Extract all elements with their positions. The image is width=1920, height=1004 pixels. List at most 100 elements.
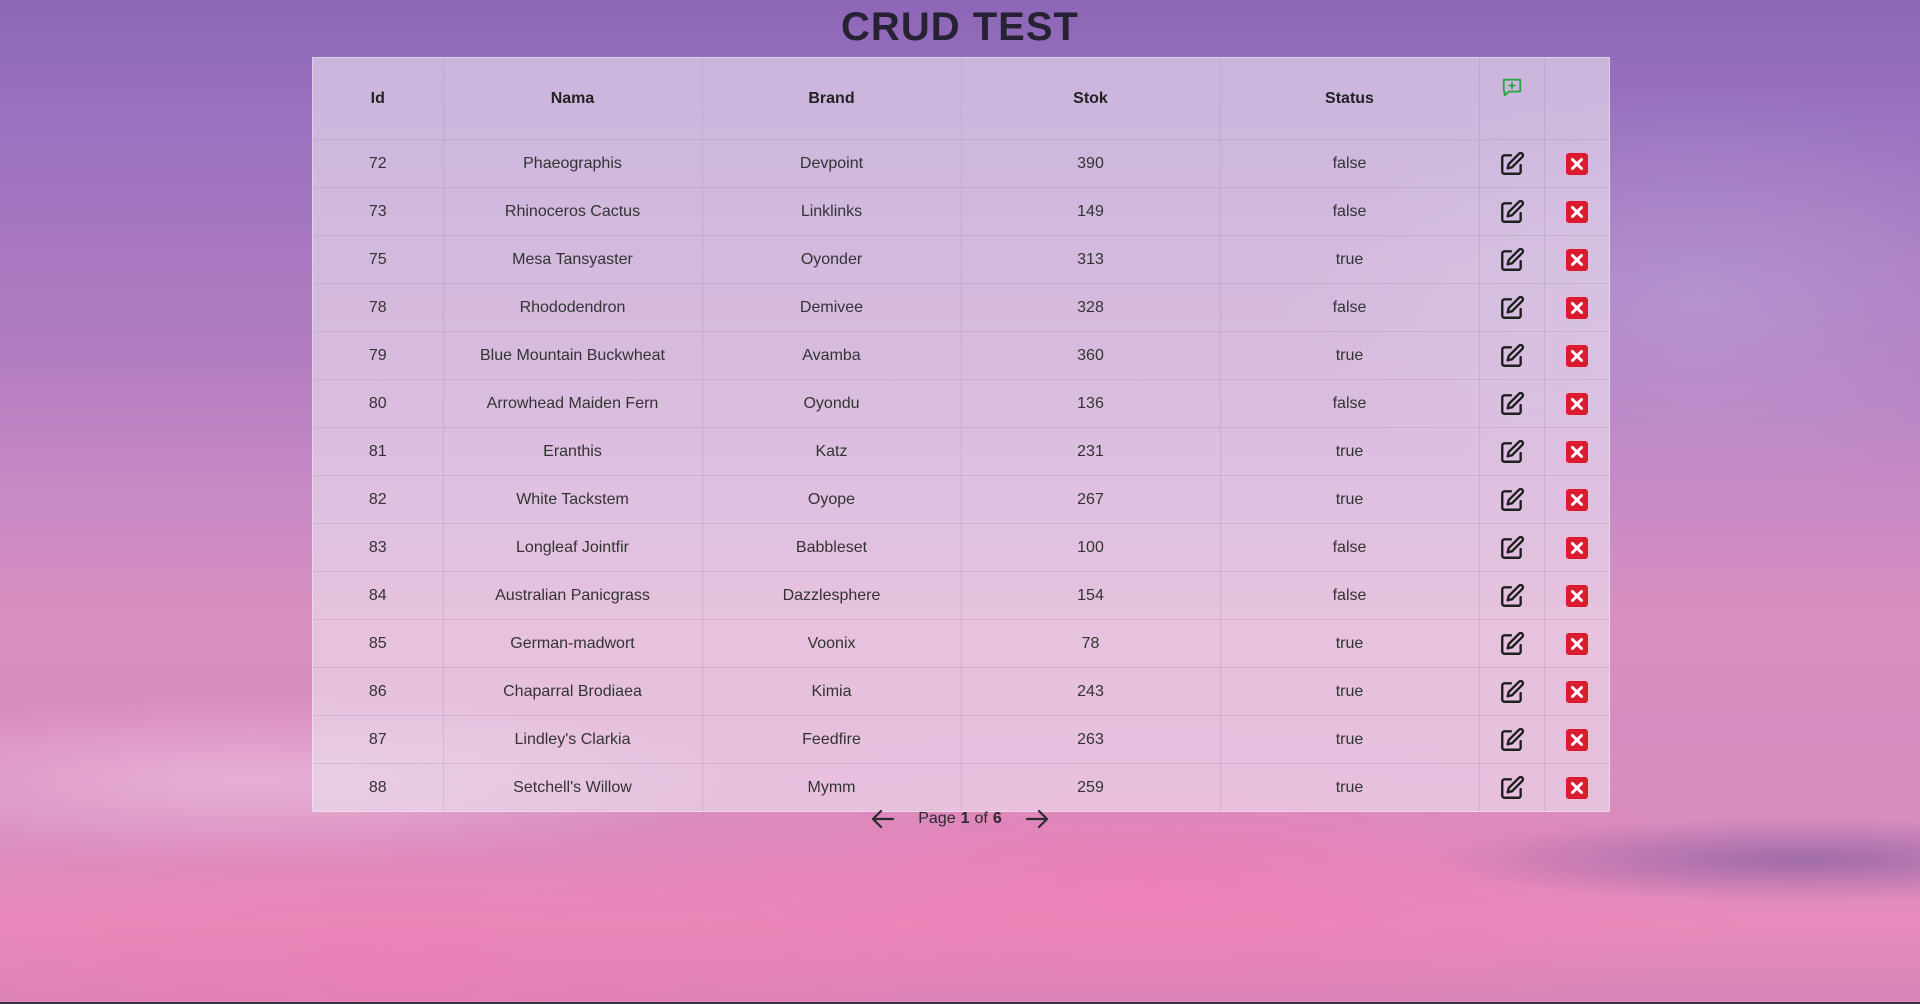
- edit-button[interactable]: [1499, 343, 1525, 369]
- delete-button[interactable]: [1565, 632, 1589, 656]
- delete-button[interactable]: [1565, 344, 1589, 368]
- table-row: 73 Rhinoceros Cactus Linklinks 149 false: [313, 187, 1609, 236]
- cell-id: 79: [313, 331, 444, 380]
- cell-id: 75: [313, 235, 444, 284]
- cell-stok: 78: [961, 619, 1221, 668]
- total-pages: 6: [992, 810, 1002, 827]
- page-title: CRUD TEST: [841, 5, 1079, 49]
- edit-icon: [1500, 583, 1524, 607]
- cell-id: 73: [313, 187, 444, 236]
- cell-nama: Chaparral Brodiaea: [443, 667, 703, 716]
- edit-button[interactable]: [1499, 679, 1525, 705]
- cell-stok: 360: [961, 331, 1221, 380]
- cell-id: 78: [313, 283, 444, 332]
- close-square-icon: [1565, 536, 1588, 559]
- cell-status: false: [1220, 283, 1480, 332]
- edit-icon: [1500, 151, 1524, 175]
- close-square-icon: [1565, 392, 1588, 415]
- delete-button[interactable]: [1565, 728, 1589, 752]
- cell-nama: Eranthis: [443, 427, 703, 476]
- cell-brand: Avamba: [702, 331, 962, 380]
- cell-brand: Katz: [702, 427, 962, 476]
- data-table: Id Nama Brand Stok Status 72 Phaeographis…: [313, 58, 1609, 811]
- edit-button[interactable]: [1499, 631, 1525, 657]
- close-square-icon: [1565, 200, 1588, 223]
- edit-button[interactable]: [1499, 727, 1525, 753]
- delete-button[interactable]: [1565, 152, 1589, 176]
- cell-nama: Mesa Tansyaster: [443, 235, 703, 284]
- delete-cell: [1544, 187, 1609, 236]
- cell-id: 81: [313, 427, 444, 476]
- edit-button[interactable]: [1499, 583, 1525, 609]
- delete-cell: [1544, 667, 1609, 716]
- edit-icon: [1500, 487, 1524, 511]
- close-square-icon: [1565, 344, 1588, 367]
- edit-icon: [1500, 199, 1524, 223]
- edit-cell: [1479, 523, 1545, 572]
- table-row: 72 Phaeographis Devpoint 390 false: [313, 139, 1609, 188]
- cell-brand: Babbleset: [702, 523, 962, 572]
- edit-button[interactable]: [1499, 775, 1525, 801]
- add-button[interactable]: [1501, 76, 1523, 98]
- cell-status: true: [1220, 715, 1480, 764]
- delete-button[interactable]: [1565, 584, 1589, 608]
- table-row: 78 Rhododendron Demivee 328 false: [313, 283, 1609, 332]
- page-indicator: Page 1 of 6: [918, 810, 1002, 828]
- delete-cell: [1544, 427, 1609, 476]
- next-page-button[interactable]: [1022, 804, 1052, 834]
- cell-nama: Phaeographis: [443, 139, 703, 188]
- data-table-container: Id Nama Brand Stok Status 72 Phaeographis…: [312, 57, 1610, 812]
- delete-button[interactable]: [1565, 200, 1589, 224]
- cell-nama: German-madwort: [443, 619, 703, 668]
- edit-icon: [1500, 391, 1524, 415]
- edit-button[interactable]: [1499, 535, 1525, 561]
- edit-button[interactable]: [1499, 439, 1525, 465]
- edit-icon: [1500, 631, 1524, 655]
- cell-brand: Oyope: [702, 475, 962, 524]
- delete-cell: [1544, 331, 1609, 380]
- table-row: 79 Blue Mountain Buckwheat Avamba 360 true: [313, 331, 1609, 380]
- delete-button[interactable]: [1565, 680, 1589, 704]
- delete-button[interactable]: [1565, 776, 1589, 800]
- previous-page-button[interactable]: [868, 804, 898, 834]
- edit-button[interactable]: [1499, 151, 1525, 177]
- cell-status: true: [1220, 475, 1480, 524]
- table-row: 84 Australian Panicgrass Dazzlesphere 154 fa…: [313, 571, 1609, 620]
- edit-icon: [1500, 295, 1524, 319]
- cell-id: 86: [313, 667, 444, 716]
- cell-brand: Kimia: [702, 667, 962, 716]
- cell-id: 87: [313, 715, 444, 764]
- cell-id: 80: [313, 379, 444, 428]
- delete-button[interactable]: [1565, 248, 1589, 272]
- edit-button[interactable]: [1499, 199, 1525, 225]
- cell-status: false: [1220, 571, 1480, 620]
- table-header-row: Id Nama Brand Stok Status: [313, 58, 1609, 140]
- delete-button[interactable]: [1565, 536, 1589, 560]
- delete-cell: [1544, 283, 1609, 332]
- edit-cell: [1479, 139, 1545, 188]
- delete-button[interactable]: [1565, 488, 1589, 512]
- edit-button[interactable]: [1499, 295, 1525, 321]
- edit-button[interactable]: [1499, 487, 1525, 513]
- cell-brand: Oyondu: [702, 379, 962, 428]
- delete-cell: [1544, 571, 1609, 620]
- edit-button[interactable]: [1499, 391, 1525, 417]
- delete-button[interactable]: [1565, 296, 1589, 320]
- cell-status: true: [1220, 331, 1480, 380]
- cell-id: 82: [313, 475, 444, 524]
- delete-cell: [1544, 379, 1609, 428]
- cell-stok: 231: [961, 427, 1221, 476]
- cell-status: true: [1220, 667, 1480, 716]
- edit-button[interactable]: [1499, 247, 1525, 273]
- delete-cell: [1544, 475, 1609, 524]
- close-square-icon: [1565, 680, 1588, 703]
- current-page: 1: [960, 810, 970, 827]
- edit-cell: [1479, 427, 1545, 476]
- delete-button[interactable]: [1565, 440, 1589, 464]
- cell-nama: Rhododendron: [443, 283, 703, 332]
- close-square-icon: [1565, 152, 1588, 175]
- cell-stok: 390: [961, 139, 1221, 188]
- delete-button[interactable]: [1565, 392, 1589, 416]
- edit-cell: [1479, 667, 1545, 716]
- cell-nama: Longleaf Jointfir: [443, 523, 703, 572]
